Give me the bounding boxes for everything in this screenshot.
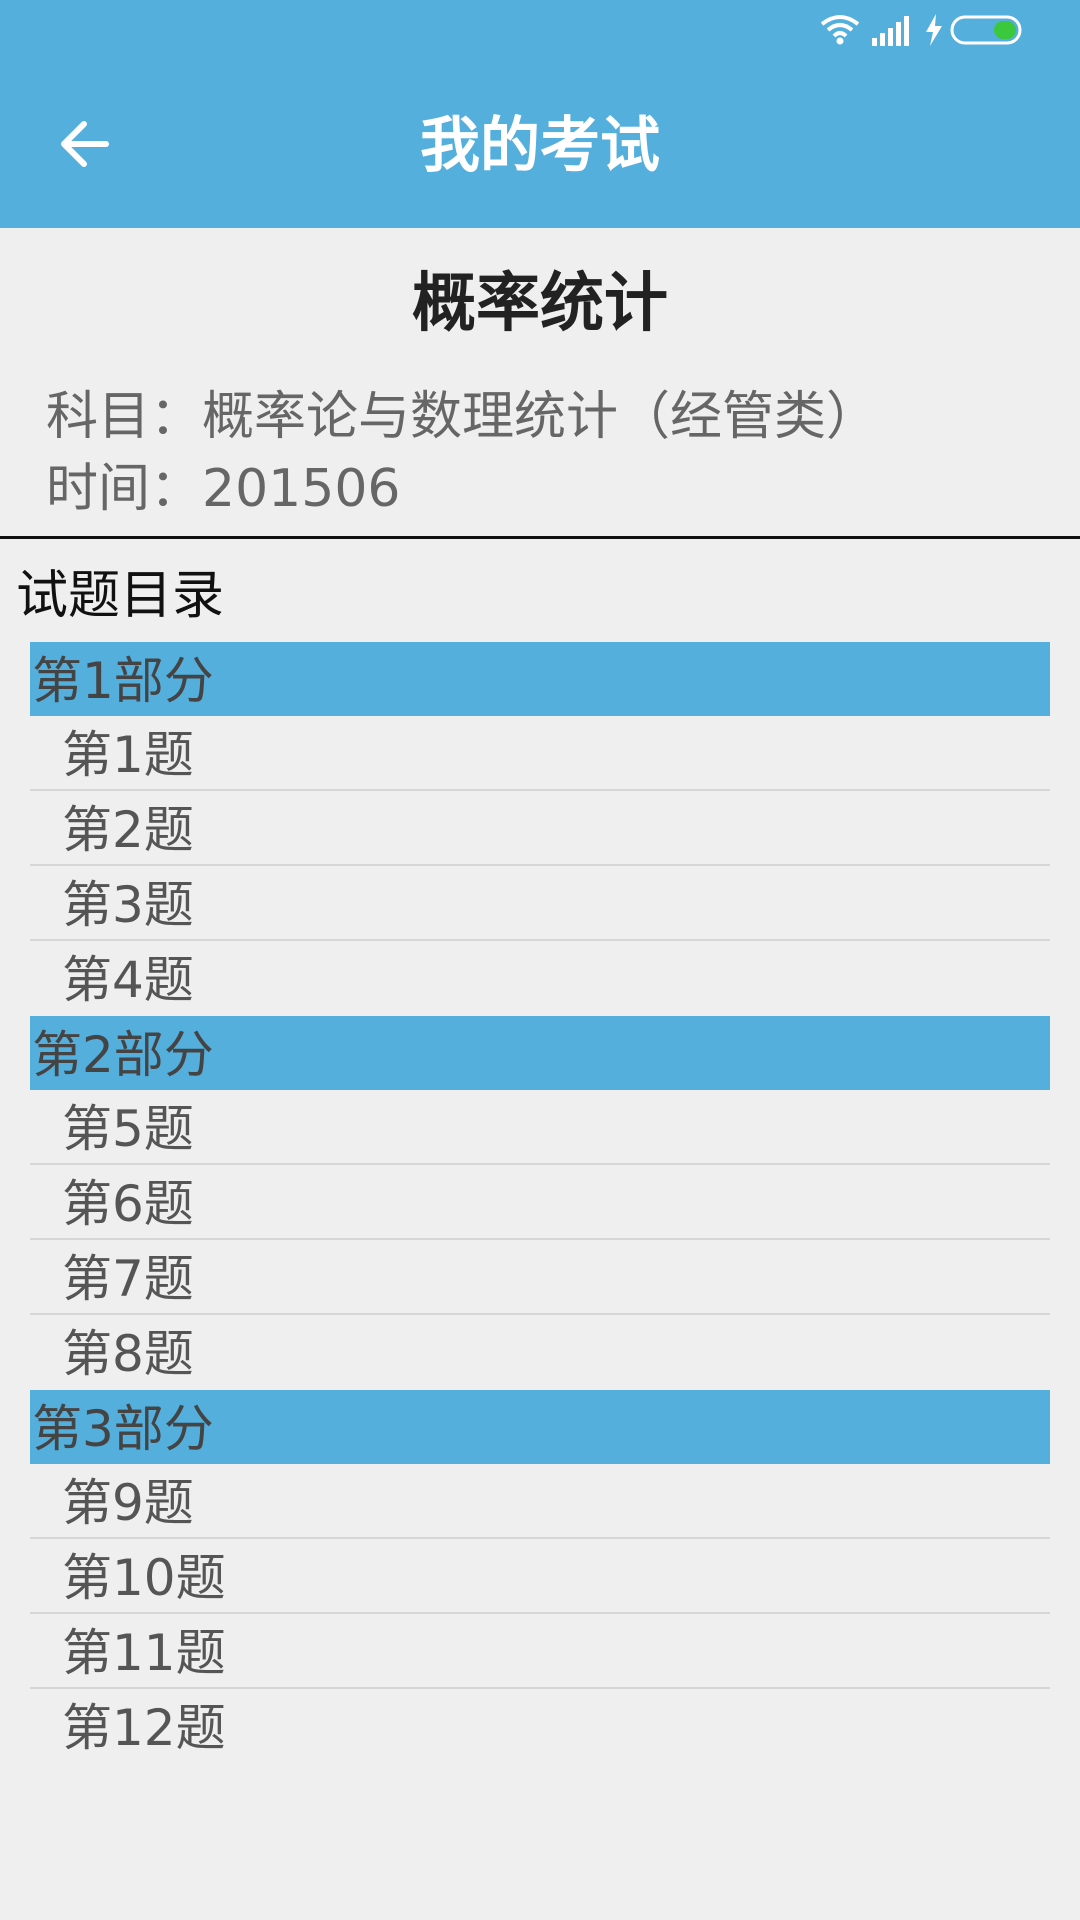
toc-heading: 试题目录 (16, 566, 225, 626)
question-item-6[interactable]: 第6题 (30, 1165, 1050, 1240)
question-item-3[interactable]: 第3题 (30, 866, 1050, 941)
question-item-7[interactable]: 第7题 (30, 1240, 1050, 1315)
question-item-2[interactable]: 第2题 (30, 791, 1050, 866)
status-bar (820, 0, 1080, 60)
divider (0, 536, 1080, 539)
question-item-10[interactable]: 第10题 (30, 1539, 1050, 1614)
section-header-3[interactable]: 第3部分 (30, 1390, 1050, 1464)
question-item-5[interactable]: 第5题 (30, 1090, 1050, 1165)
exam-time: 时间：201506 (46, 459, 401, 519)
charging-icon (926, 14, 942, 46)
signal-icon (872, 16, 909, 46)
question-item-11[interactable]: 第11题 (30, 1614, 1050, 1689)
exam-subject: 科目：概率论与数理统计（经管类） (46, 387, 879, 447)
question-item-9[interactable]: 第9题 (30, 1464, 1050, 1539)
battery-icon (950, 15, 1022, 45)
section-header-2[interactable]: 第2部分 (30, 1016, 1050, 1090)
question-item-4[interactable]: 第4题 (30, 941, 1050, 1016)
question-item-1[interactable]: 第1题 (30, 716, 1050, 791)
question-item-12[interactable]: 第12题 (30, 1689, 1050, 1764)
app-bar: 我的考试 (0, 0, 1080, 228)
toc-list: 第1部分 第1题 第2题 第3题 第4题 第2部分 第5题 第6题 第7题 第8… (30, 642, 1050, 1764)
question-item-8[interactable]: 第8题 (30, 1315, 1050, 1390)
wifi-icon (820, 15, 860, 45)
exam-title: 概率统计 (412, 267, 668, 341)
page-title: 我的考试 (420, 111, 660, 181)
section-header-1[interactable]: 第1部分 (30, 642, 1050, 716)
